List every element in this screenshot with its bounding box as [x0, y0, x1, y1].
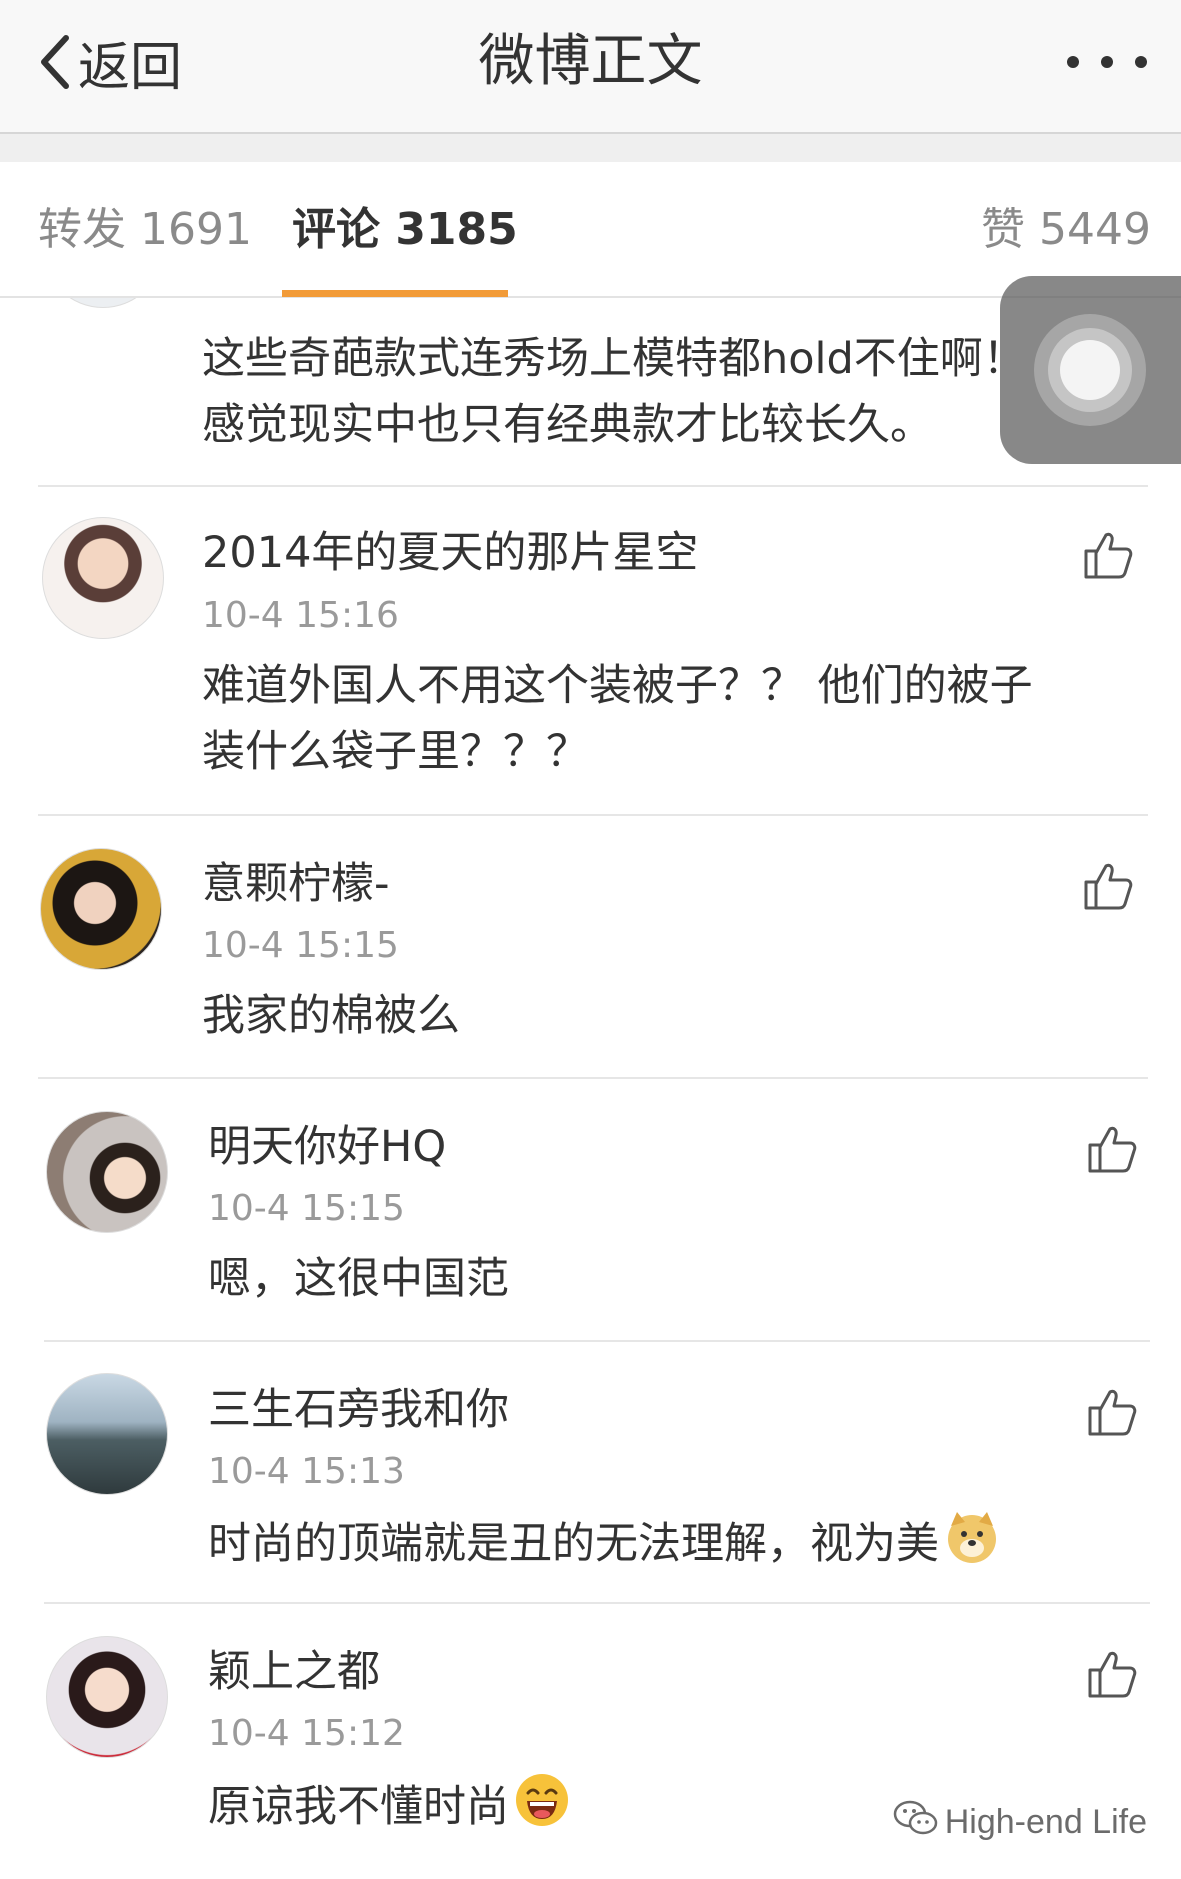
wechat-logo-icon [893, 1798, 939, 1847]
divider [38, 814, 1148, 816]
tab-like[interactable]: 赞 5449 [981, 202, 1151, 258]
comment-time: 10-4 15:15 [208, 1188, 405, 1229]
stats-tab-bar-mask: 转发 1691 评论 3185 赞 5449 [0, 162, 1181, 298]
top-nav-bar: 返回 微博正文 [0, 0, 1181, 134]
comment-time: 10-4 15:12 [208, 1713, 405, 1754]
avatar[interactable] [40, 848, 162, 970]
tab-repost[interactable]: 转发 1691 [38, 202, 252, 258]
laughing-emoji-icon [513, 1771, 571, 1848]
avatar[interactable] [46, 1111, 168, 1233]
avatar[interactable] [46, 1636, 168, 1758]
watermark-text: High-end Life [944, 1803, 1147, 1841]
comment-text-line: 原谅我不懂时尚 [208, 1771, 571, 1848]
assistive-touch-button[interactable] [1000, 276, 1181, 464]
avatar[interactable] [42, 517, 164, 639]
divider [44, 1340, 1150, 1342]
comment-time: 10-4 15:16 [202, 595, 399, 636]
more-dot-icon [1067, 56, 1079, 68]
comment-text: 时尚的顶端就是丑的无法理解，视为美 [208, 1519, 939, 1569]
comment-username[interactable]: 三生石旁我和你 [208, 1382, 509, 1438]
watermark: High-end Life [893, 1798, 1147, 1847]
like-thumb-icon[interactable] [1086, 1386, 1138, 1438]
page-title: 微博正文 [478, 29, 703, 94]
tab-comment[interactable]: 评论 3185 [292, 202, 518, 258]
divider [38, 1077, 1148, 1079]
comment-time: 10-4 15:13 [208, 1451, 405, 1492]
comment-username[interactable]: 意颗柠檬- [202, 856, 390, 912]
more-options-button[interactable] [1067, 44, 1147, 80]
comment-text-line: 我家的棉被么 [202, 991, 460, 1041]
assistive-touch-ring [1060, 340, 1120, 400]
like-thumb-icon[interactable] [1086, 1648, 1138, 1700]
section-separator [0, 134, 1181, 162]
avatar[interactable] [46, 1373, 168, 1495]
divider [38, 485, 1148, 487]
comment-time: 10-4 15:15 [202, 925, 399, 966]
comment-text-line: 嗯，这很中国范 [208, 1254, 509, 1304]
comment-text-line: 这些奇葩款式连秀场上模特都hold不住啊！ [202, 334, 1026, 384]
like-thumb-icon[interactable] [1082, 860, 1134, 912]
active-tab-indicator [282, 290, 508, 297]
comment-username[interactable]: 2014年的夏天的那片星空 [202, 525, 698, 581]
comment-username[interactable]: 明天你好HQ [208, 1119, 446, 1175]
comment-text-line: 难道外国人不用这个装被子？？ 他们的被子 [202, 661, 1033, 711]
doge-emoji-icon [943, 1508, 1001, 1585]
like-thumb-icon[interactable] [1082, 529, 1134, 581]
comment-username[interactable]: 颖上之都 [208, 1644, 380, 1700]
comment-text-line: 时尚的顶端就是丑的无法理解，视为美 [208, 1508, 1001, 1585]
more-dot-icon [1135, 56, 1147, 68]
comment-text: 原谅我不懂时尚 [208, 1782, 509, 1832]
comment-text-line: 装什么袋子里？？？ [202, 727, 589, 777]
divider [44, 1602, 1150, 1604]
more-dot-icon [1101, 56, 1113, 68]
like-thumb-icon[interactable] [1086, 1123, 1138, 1175]
comment-text-line: 感觉现实中也只有经典款才比较长久。 [202, 400, 933, 450]
